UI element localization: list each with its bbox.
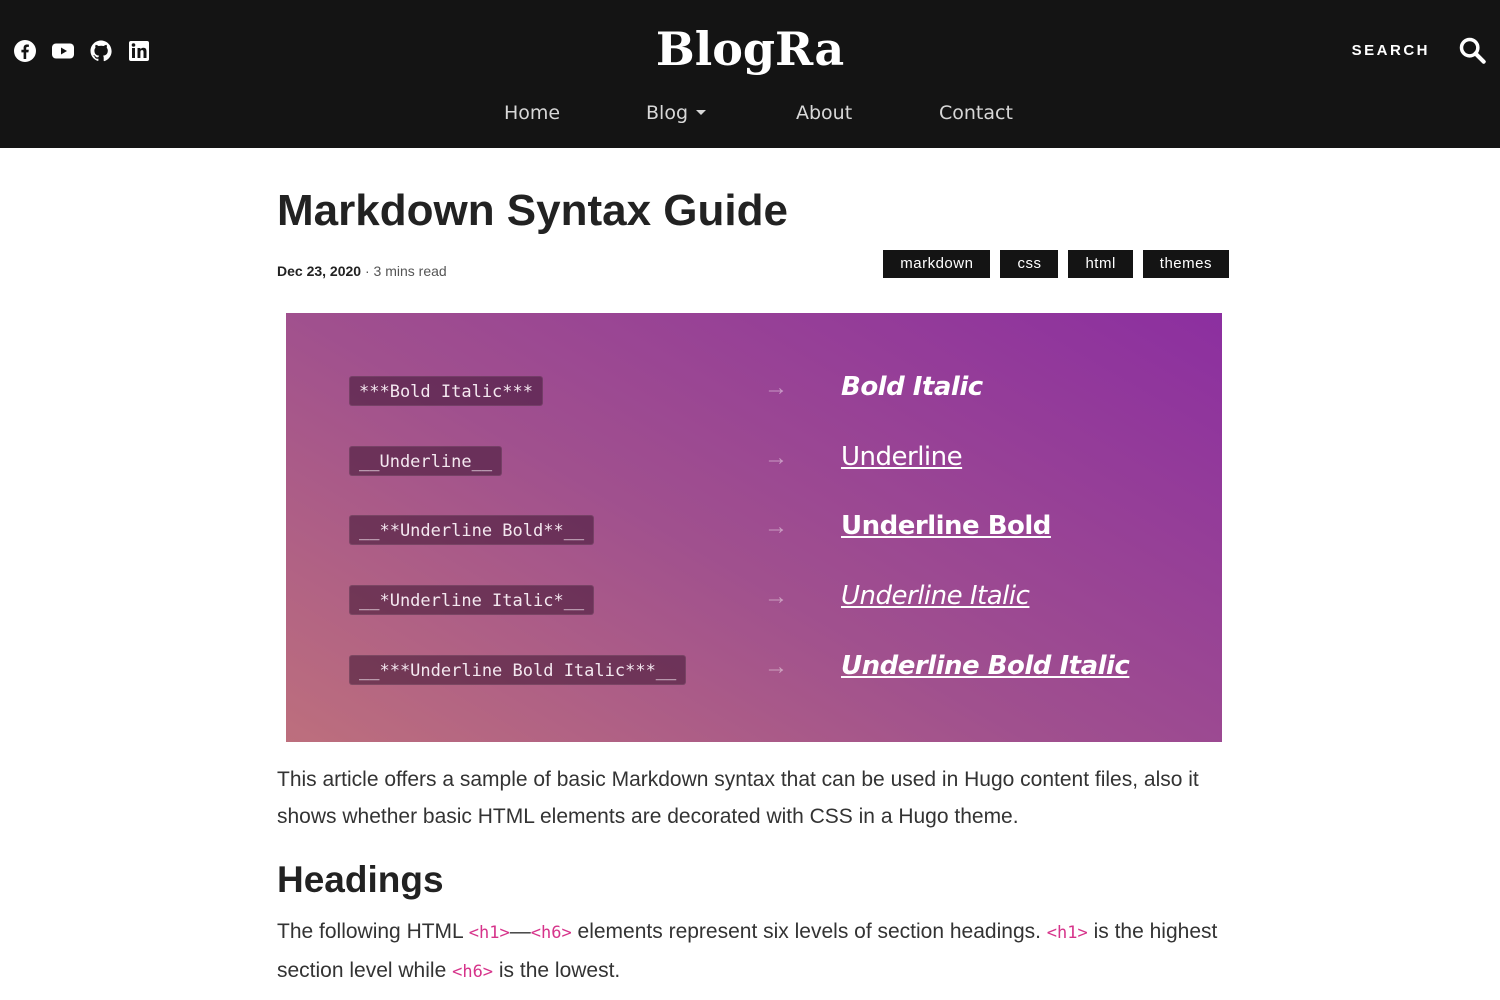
- hero-code: __***Underline Bold Italic***__: [349, 655, 687, 685]
- hero-result: Bold Italic: [841, 372, 983, 402]
- search-icon[interactable]: [1458, 36, 1486, 64]
- hero-result: Underline Bold: [841, 511, 1051, 541]
- nav-item-blog[interactable]: Blog: [646, 102, 706, 124]
- hero-code: __*Underline Italic*__: [349, 585, 595, 615]
- arrow-right-icon: →: [764, 513, 788, 540]
- hero-code: ***Bold Italic***: [349, 376, 543, 406]
- arrow-right-icon: →: [764, 374, 788, 401]
- post-date: Dec 23, 2020: [277, 263, 362, 279]
- meta-separator: ·: [361, 263, 374, 279]
- text-segment: elements represent six levels of section…: [571, 920, 1047, 943]
- hero-result: Underline Bold Italic: [841, 651, 1130, 681]
- tag-themes[interactable]: themes: [1142, 250, 1229, 278]
- nav-item-home[interactable]: Home: [504, 102, 560, 124]
- intro-paragraph: This article offers a sample of basic Ma…: [277, 768, 1199, 828]
- inline-code: <h1>: [468, 923, 510, 943]
- inline-code: <h1>: [1046, 923, 1088, 943]
- chevron-down-icon: [696, 109, 706, 115]
- featured-image: ***Bold Italic*** → Bold Italic __Underl…: [286, 313, 1222, 742]
- arrow-right-icon: →: [764, 653, 788, 680]
- hero-code: __**Underline Bold**__: [349, 515, 595, 545]
- hero-row: __***Underline Bold Italic***__ → Underl…: [286, 649, 1222, 689]
- section-heading-headings: Headings: [277, 859, 444, 900]
- tag-list: markdown css html themes: [883, 250, 1229, 278]
- post-meta: Dec 23, 2020 · 3 mins read: [277, 263, 447, 279]
- hero-row: __Underline__ → Underline: [286, 440, 1222, 480]
- main-nav: Home Blog About Contact: [0, 102, 1500, 128]
- hero-row: ***Bold Italic*** → Bold Italic: [286, 370, 1222, 410]
- page-title: Markdown Syntax Guide: [277, 186, 788, 235]
- tag-css[interactable]: css: [1000, 250, 1059, 278]
- site-logo: BlogRa: [0, 22, 1500, 76]
- arrow-right-icon: →: [764, 444, 788, 471]
- inline-code: <h6>: [530, 923, 572, 943]
- headings-paragraph: The following HTML <h1>—<h6> elements re…: [277, 913, 1237, 991]
- text-segment: —: [509, 920, 531, 943]
- search-toggle[interactable]: SEARCH: [1352, 36, 1486, 64]
- nav-item-blog-label: Blog: [646, 102, 688, 124]
- read-time: 3 mins read: [373, 263, 447, 279]
- nav-item-about[interactable]: About: [796, 102, 852, 124]
- hero-row: __*Underline Italic*__ → Underline Itali…: [286, 579, 1222, 619]
- logo-text[interactable]: BlogRa: [656, 22, 844, 76]
- hero-result: Underline Italic: [841, 581, 1030, 611]
- tag-html[interactable]: html: [1068, 250, 1133, 278]
- nav-item-contact[interactable]: Contact: [939, 102, 1013, 124]
- hero-result: Underline: [841, 442, 963, 472]
- search-label[interactable]: SEARCH: [1352, 42, 1430, 59]
- inline-code: <h6>: [452, 962, 494, 982]
- arrow-right-icon: →: [764, 583, 788, 610]
- hero-row: __**Underline Bold**__ → Underline Bold: [286, 509, 1222, 549]
- site-header: BlogRa SEARCH Home Blog About Contact: [0, 0, 1500, 148]
- hero-code: __Underline__: [349, 446, 503, 476]
- text-segment: The following HTML: [277, 920, 469, 943]
- tag-markdown[interactable]: markdown: [883, 250, 991, 278]
- text-segment: is the lowest.: [493, 959, 621, 982]
